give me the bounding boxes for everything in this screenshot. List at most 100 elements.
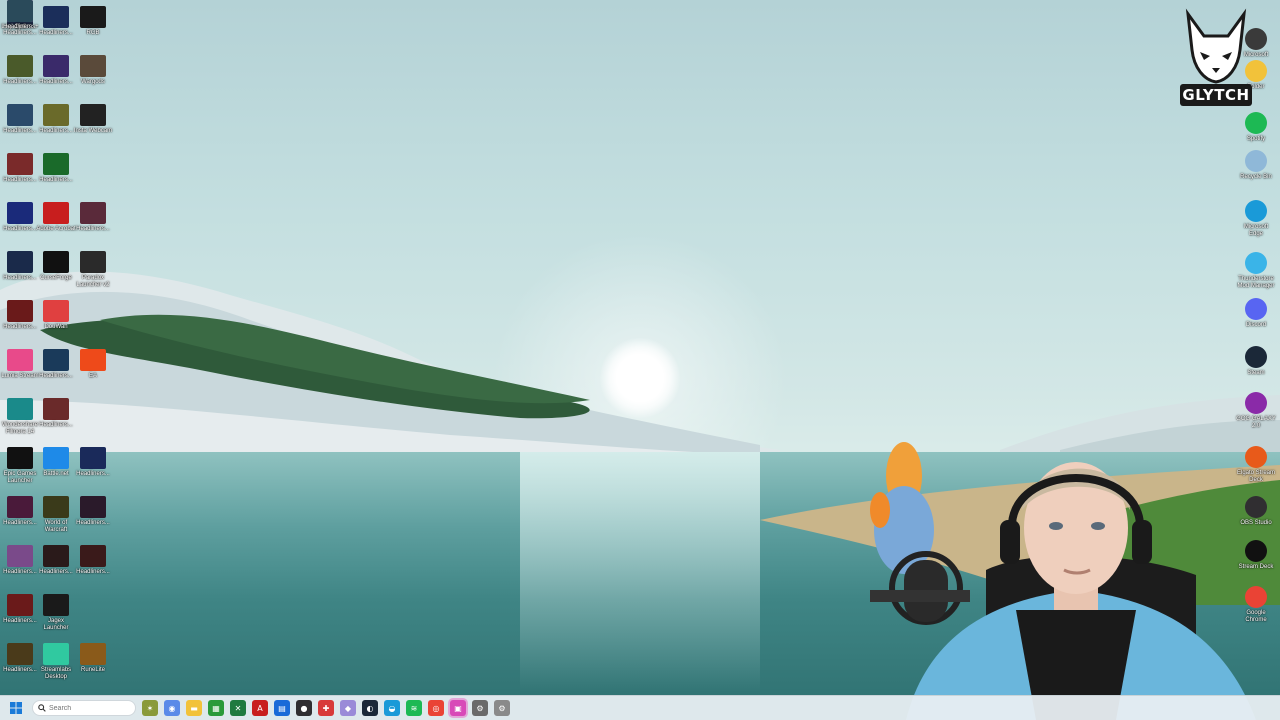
tool-icon: ✚ (322, 703, 330, 713)
desktop-icon-video-thumbnail[interactable]: Headliners... (36, 349, 76, 380)
video-thumbnail-icon (43, 545, 69, 567)
desktop-icon-label: CurseForge (40, 275, 72, 281)
desktop-icon-video-thumbnail[interactable]: Headliners... (36, 104, 76, 135)
desktop-icon-video-thumbnail[interactable]: Headliners... (0, 643, 40, 674)
desktop-icon-label: Adobe Acrobat (36, 226, 76, 232)
desktop-icon-video-thumbnail[interactable]: Headliners... (36, 545, 76, 576)
desktop-icon-power-ring[interactable]: RGB (73, 6, 113, 37)
desktop-icon-video-thumbnail[interactable]: Headliners... (73, 202, 113, 233)
desktop-icon-video-thumbnail[interactable]: Headliners... (0, 0, 40, 31)
taskbar-app-chrome[interactable]: ◎ (428, 700, 444, 716)
steam-icon (1245, 346, 1267, 368)
lake-reflection (520, 452, 760, 692)
taskbar-app-obs[interactable]: ● (296, 700, 312, 716)
taskbar-app-steam[interactable]: ◐ (362, 700, 378, 716)
desktop-icon-warcraft[interactable]: World of Warcraft (36, 496, 76, 534)
desktop-icon-edge[interactable]: Microsoft Edge (1236, 200, 1276, 238)
taskbar-app-store[interactable]: ▤ (274, 700, 290, 716)
lumia-icon (7, 349, 33, 371)
desktop-icon-label: Headliners... (3, 324, 37, 330)
taskbar-app-file-explorer[interactable]: ▬ (186, 700, 202, 716)
desktop-icon-acrobat[interactable]: Adobe Acrobat (36, 202, 76, 233)
filmora-icon (7, 398, 33, 420)
video-thumbnail-icon (7, 55, 33, 77)
glytch-logo: GLYTCH (1178, 6, 1254, 110)
desktop-icon-video-thumbnail[interactable]: Headliners... (36, 153, 76, 184)
desktop-icon-video-thumbnail[interactable]: Headliners... (36, 55, 76, 86)
taskbar-app-edge[interactable]: ◒ (384, 700, 400, 716)
desktop-icon-jagex[interactable]: Jagex Launcher (36, 594, 76, 632)
desktop-icon-video-thumbnail[interactable]: Headliners... (0, 496, 40, 527)
desktop-icon-steam[interactable]: Steam (1236, 346, 1276, 377)
runelite-icon (80, 643, 106, 665)
steam-icon: ◐ (366, 703, 374, 713)
taskbar-search[interactable] (32, 700, 136, 716)
desktop-icon-spotify[interactable]: Spotify (1236, 112, 1276, 143)
desktop-icon-label: RuneLite (80, 667, 106, 673)
desktop-icon-label: World of Warcraft (44, 520, 68, 533)
desktop-icon-battlenet[interactable]: Battle.net (36, 447, 76, 478)
taskbar-app-app[interactable]: ◆ (340, 700, 356, 716)
desktop-icon-label: Streamlabs Desktop (40, 667, 72, 680)
desktop-icon-video-thumbnail[interactable]: Headliners... (0, 300, 40, 331)
desktop-icon-label: Headliners... (39, 128, 73, 134)
excel-icon: ✕ (234, 703, 242, 713)
desktop-icon-video-thumbnail[interactable]: Headliners... (0, 594, 40, 625)
taskbar-app-settings[interactable]: ⚙ (472, 700, 488, 716)
taskbar-app-acrobat[interactable]: A (252, 700, 268, 716)
video-thumbnail-icon (7, 104, 33, 126)
copilot-icon: ◉ (168, 703, 176, 713)
desktop-icon-streamlabs[interactable]: Streamlabs Desktop (36, 643, 76, 681)
desktop-icon-label: GOG GALAXY 2.0 (1236, 416, 1276, 429)
taskbar-app-spotify[interactable]: ≋ (406, 700, 422, 716)
taskbar-app-xbox[interactable]: ▦ (208, 700, 224, 716)
spotify-icon (1245, 112, 1267, 134)
taskbar-app-widgets[interactable]: ✶ (142, 700, 158, 716)
desktop-icon-filmora[interactable]: Wondershare Filmora 14 (0, 398, 40, 436)
webcam-icon (80, 104, 106, 126)
taskbar-app-copilot[interactable]: ◉ (164, 700, 180, 716)
desktop-icon-video-thumbnail[interactable]: Headliners... (36, 6, 76, 37)
desktop-icon-video-thumbnail[interactable]: Headliners... (0, 545, 40, 576)
video-thumbnail-icon (7, 0, 33, 22)
desktop-icon-thunderstore[interactable]: Thunderstore Mod Manager (1236, 252, 1276, 290)
desktop-icon-screen-mirror[interactable]: DouWan (36, 300, 76, 331)
taskbar-app-streaming-app[interactable]: ▣ (450, 700, 466, 716)
desktop-icon-label: EA (88, 373, 97, 379)
desktop-icon-video-thumbnail[interactable]: Headliners... (0, 55, 40, 86)
obs-icon: ● (300, 703, 308, 713)
desktop-icon-video-thumbnail[interactable]: Headliners... (0, 104, 40, 135)
desktop-icon-label: Insta Webcam (73, 128, 113, 134)
desktop-icon-anvil[interactable]: CurseForge (36, 251, 76, 282)
desktop-icon-video-thumbnail[interactable]: Headliners... (0, 153, 40, 184)
desktop-icon-webcam[interactable]: Insta Webcam (73, 104, 113, 135)
taskbar-app-tool[interactable]: ✚ (318, 700, 334, 716)
desktop-icon-video-thumbnail[interactable]: Headliners... (0, 202, 40, 233)
video-thumbnail-icon (43, 104, 69, 126)
desktop-icon-epic-games[interactable]: Epic Games Launcher (0, 447, 40, 485)
desktop-icon-label: Lumia Stream (1, 373, 39, 379)
desktop-icon-label: Headliners... (76, 471, 110, 477)
desktop-icon-gog[interactable]: GOG GALAXY 2.0 (1236, 392, 1276, 430)
desktop-icon-video-thumbnail[interactable]: Headliners... (0, 251, 40, 282)
desktop-icon-video-thumbnail[interactable]: Headliners... (73, 545, 113, 576)
desktop-icon-recycle-bin[interactable]: Recycle Bin (1236, 150, 1276, 181)
desktop-icon-ea[interactable]: EA (73, 349, 113, 380)
desktop-icon-label: Steam (1247, 370, 1265, 376)
search-input[interactable] (49, 704, 119, 712)
desktop-icon-runelite[interactable]: RuneLite (73, 643, 113, 674)
taskbar-app-gear[interactable]: ⚙ (494, 700, 510, 716)
desktop-icon-lumia[interactable]: Lumia Stream (0, 349, 40, 380)
start-button[interactable] (6, 698, 26, 718)
file-explorer-icon: ▬ (190, 703, 198, 713)
desktop-icon-video-thumbnail[interactable]: Headliners... (73, 447, 113, 478)
video-thumbnail-icon (80, 545, 106, 567)
desktop-icon-paradox[interactable]: Paradox Launcher v2 (73, 251, 113, 289)
desktop-icon-video-thumbnail[interactable]: Headliners... (73, 496, 113, 527)
desktop-icon-label: Headliners... (3, 618, 37, 624)
desktop-icon-video-thumbnail[interactable]: Headliners... (36, 398, 76, 429)
taskbar-app-excel[interactable]: ✕ (230, 700, 246, 716)
desktop-icon-discord[interactable]: Discord (1236, 298, 1276, 329)
desktop-icon-label: Jagex Launcher (43, 618, 69, 631)
desktop-icon-game[interactable]: Wargods (73, 55, 113, 86)
